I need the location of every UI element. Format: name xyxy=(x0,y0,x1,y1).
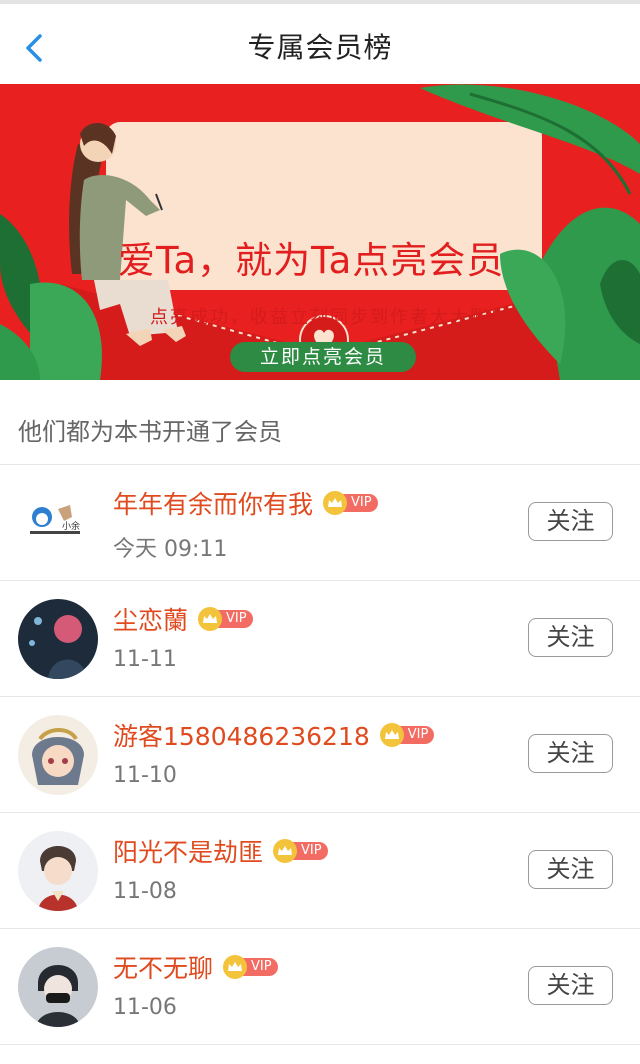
page-title: 专属会员榜 xyxy=(247,31,393,64)
avatar[interactable] xyxy=(18,715,98,795)
follow-button[interactable]: 关注 xyxy=(528,618,613,657)
member-name-line: 年年有余而你有我 VIP xyxy=(113,485,378,521)
member-name[interactable]: 游客1580486236218 xyxy=(113,717,370,753)
list-item[interactable]: 无不无聊 VIP 11-06 关注 xyxy=(0,929,640,1045)
vip-badge: VIP xyxy=(323,491,378,515)
member-list: 小余 年年有余而你有我 VIP 今天 09:11 关注 尘恋蘭 VIP 11-1… xyxy=(0,465,640,1045)
member-date: 今天 09:11 xyxy=(113,537,228,562)
banner-subtitle: 点亮成功，收益立刻同步到作者大大账户 xyxy=(150,307,510,328)
follow-button[interactable]: 关注 xyxy=(528,850,613,889)
crown-icon xyxy=(273,839,298,863)
promo-banner[interactable]: 爱Ta，就为Ta点亮会员 点亮成功，收益立刻同步到作者大大账户 立即点亮会员 xyxy=(0,84,640,380)
banner-headline: 爱Ta，就为Ta点亮会员 xyxy=(118,239,505,282)
crown-icon xyxy=(379,723,404,747)
member-name[interactable]: 阳光不是劫匪 xyxy=(113,833,263,869)
list-item[interactable]: 游客1580486236218 VIP 11-10 关注 xyxy=(0,697,640,813)
vip-badge: VIP xyxy=(223,955,278,979)
member-date: 11-11 xyxy=(113,647,177,672)
member-date: 11-10 xyxy=(113,763,177,788)
list-item[interactable]: 小余 年年有余而你有我 VIP 今天 09:11 关注 xyxy=(0,465,640,581)
avatar[interactable] xyxy=(18,599,98,679)
member-date: 11-08 xyxy=(113,879,177,904)
member-name-line: 无不无聊 VIP xyxy=(113,949,278,985)
member-name[interactable]: 年年有余而你有我 xyxy=(113,485,313,521)
list-item[interactable]: 尘恋蘭 VIP 11-11 关注 xyxy=(0,581,640,697)
member-name[interactable]: 无不无聊 xyxy=(113,949,213,985)
member-name-line: 尘恋蘭 VIP xyxy=(113,601,253,637)
crown-icon xyxy=(323,491,348,515)
crown-icon xyxy=(198,607,223,631)
member-name[interactable]: 尘恋蘭 xyxy=(113,601,188,637)
svg-text:小余: 小余 xyxy=(62,520,80,532)
section-title: 他们都为本书开通了会员 xyxy=(18,418,282,446)
light-up-membership-button[interactable]: 立即点亮会员 xyxy=(230,342,416,372)
follow-button[interactable]: 关注 xyxy=(528,502,613,541)
vip-badge: VIP xyxy=(379,723,435,747)
crown-icon xyxy=(223,955,248,979)
vip-badge: VIP xyxy=(198,607,253,631)
follow-button[interactable]: 关注 xyxy=(528,966,613,1005)
top-nav-bar: 专属会员榜 xyxy=(0,0,640,85)
member-name-line: 游客1580486236218 VIP xyxy=(113,717,435,753)
list-item[interactable]: 阳光不是劫匪 VIP 11-08 关注 xyxy=(0,813,640,929)
member-name-line: 阳光不是劫匪 VIP xyxy=(113,833,328,869)
avatar[interactable] xyxy=(18,947,98,1027)
follow-button[interactable]: 关注 xyxy=(528,734,613,773)
vip-badge: VIP xyxy=(273,839,328,863)
avatar[interactable] xyxy=(18,831,98,911)
avatar[interactable]: 小余 xyxy=(18,483,98,563)
member-date: 11-06 xyxy=(113,995,177,1020)
